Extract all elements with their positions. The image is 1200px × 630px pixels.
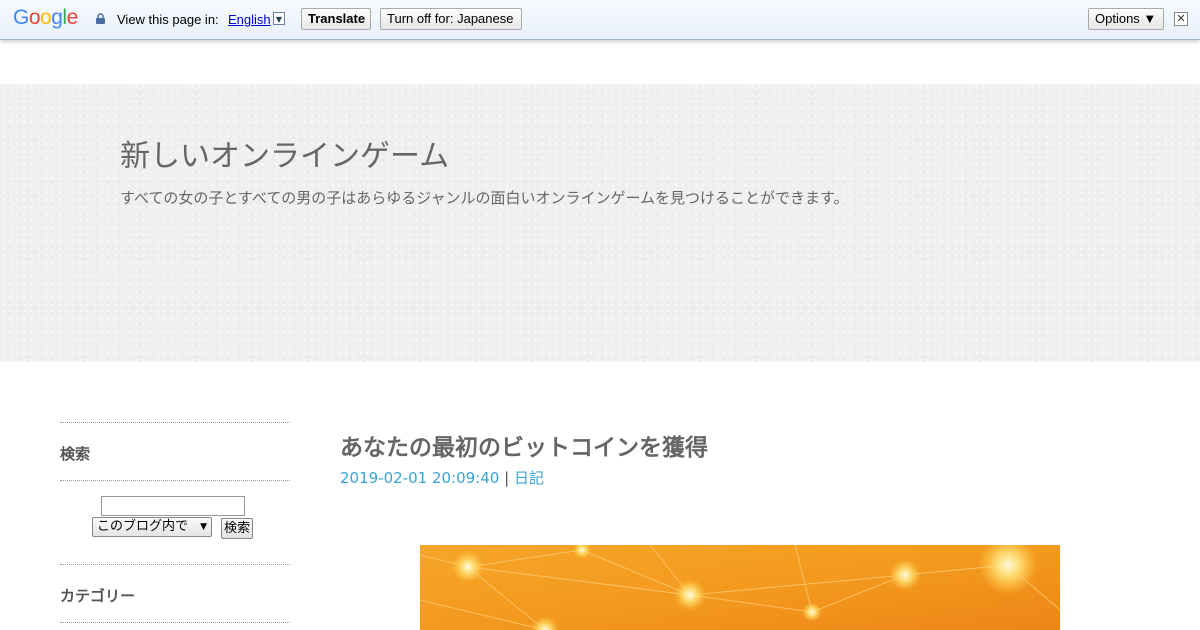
site-description: すべての女の子とすべての男の子はあらゆるジャンルの面白いオンラインゲームを見つけ… [120, 189, 849, 207]
lock-icon [96, 13, 105, 24]
language-link[interactable]: English [228, 12, 271, 27]
divider [60, 564, 290, 565]
divider [60, 622, 290, 623]
blog-header: 新しいオンラインゲーム すべての女の子とすべての男の子はあらゆるジャンルの面白い… [0, 84, 1200, 362]
search-input[interactable] [101, 496, 245, 516]
search-scope-label: このブログ内で [97, 519, 189, 534]
post-meta: 2019-02-01 20:09:40 | 日記 [340, 467, 544, 488]
divider [60, 480, 290, 481]
search-scope-select[interactable]: このブログ内で ▼ [92, 517, 212, 537]
site-title[interactable]: 新しいオンラインゲーム [120, 131, 449, 175]
chevron-down-icon: ▼ [200, 522, 207, 532]
turn-off-button[interactable]: Turn off for: Japanese [380, 8, 522, 30]
close-icon[interactable]: ✕ [1174, 12, 1188, 26]
post-title[interactable]: あなたの最初のビットコインを獲得 [340, 428, 708, 462]
options-button[interactable]: Options ▼ [1088, 8, 1164, 30]
divider [60, 422, 290, 423]
language-dropdown-icon[interactable]: ▼ [273, 12, 285, 25]
search-button[interactable]: 検索 [221, 518, 253, 539]
translate-bar: Google View this page in: English ▼ Tran… [0, 0, 1200, 40]
meta-separator: | [504, 469, 510, 487]
post-category-link[interactable]: 日記 [514, 469, 544, 487]
category-heading: カテゴリー [60, 587, 136, 605]
translate-button[interactable]: Translate [301, 8, 371, 30]
view-page-label: View this page in: [117, 12, 219, 27]
google-logo: Google [13, 6, 78, 29]
post-date-link[interactable]: 2019-02-01 20:09:40 [340, 469, 499, 487]
search-heading: 検索 [60, 445, 91, 463]
post-image [420, 545, 1060, 630]
